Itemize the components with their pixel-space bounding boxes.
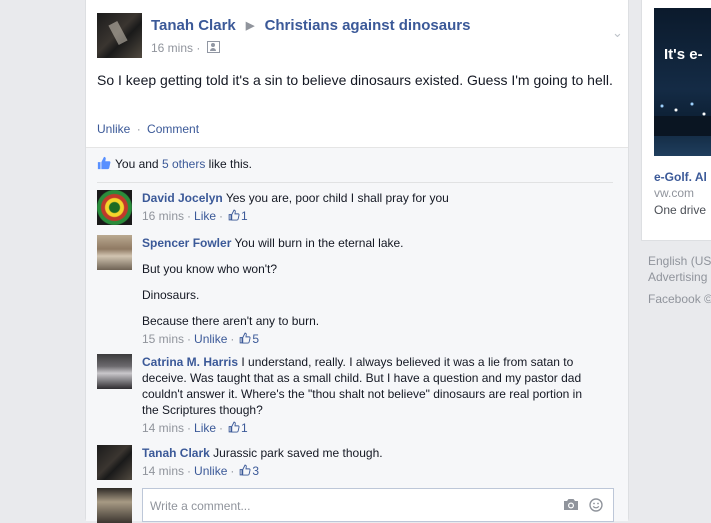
feedback-section: You and 5 others like this. David Jocely… — [86, 147, 628, 523]
likes-others-link[interactable]: 5 others — [162, 157, 205, 171]
ad-image[interactable]: It's e- — [654, 8, 711, 156]
comment-input[interactable]: Write a comment... — [142, 488, 614, 522]
thumbs-up-icon — [97, 156, 111, 170]
post-author-name[interactable]: Tanah Clark — [151, 17, 236, 34]
comment-timestamp[interactable]: 14 mins — [142, 464, 184, 478]
comment-body: Spencer Fowler You will burn in the eter… — [142, 235, 602, 347]
commenter-avatar[interactable] — [97, 190, 132, 225]
commenter-avatar[interactable] — [97, 354, 132, 389]
comment-meta: 14 mins · Unlike · 3 — [142, 464, 260, 478]
post-header-line: Tanah Clark ▶ Christians against dinosau… — [151, 17, 470, 34]
comment-body: David Jocelyn Yes you are, poor child I … — [142, 190, 602, 224]
comment-meta: 15 mins · Unlike · 5 — [142, 332, 260, 346]
commenter-name[interactable]: David Jocelyn — [142, 191, 223, 205]
commenter-name[interactable]: Catrina M. Harris — [142, 355, 238, 369]
like-count[interactable]: 1 — [241, 209, 248, 223]
comment-text: Because there aren't any to burn. — [142, 314, 320, 328]
language-link[interactable]: English (US — [648, 253, 711, 269]
comment-meta: 14 mins · Like · 1 — [142, 421, 248, 435]
like-count[interactable]: 5 — [252, 332, 259, 346]
likes-you-and: You and — [115, 157, 162, 171]
arrow-right-icon: ▶ — [245, 20, 255, 32]
comment-timestamp[interactable]: 16 mins — [142, 209, 184, 223]
like-count[interactable]: 1 — [241, 421, 248, 435]
commenter-name[interactable]: Tanah Clark — [142, 446, 210, 460]
comment-meta: 16 mins · Like · 1 — [142, 209, 248, 223]
comment-timestamp[interactable]: 14 mins — [142, 421, 184, 435]
post-actions: Unlike · Comment — [97, 122, 200, 136]
comment-button[interactable]: Comment — [147, 122, 199, 136]
post-header: Tanah Clark ▶ Christians against dinosau… — [97, 13, 623, 59]
post-timestamp[interactable]: 16 mins — [151, 41, 193, 55]
group-name-link[interactable]: Christians against dinosaurs — [265, 17, 471, 34]
unlike-button[interactable]: Unlike — [194, 332, 227, 346]
ad-domain: vw.com — [654, 186, 695, 200]
unlike-button[interactable]: Unlike — [97, 122, 130, 136]
comment-body: Tanah Clark Jurassic park saved me thoug… — [142, 445, 602, 479]
author-avatar[interactable] — [97, 13, 142, 58]
comment-timestamp[interactable]: 15 mins — [142, 332, 184, 346]
thumbs-up-icon — [228, 421, 240, 433]
audience-icon[interactable] — [206, 41, 220, 53]
likes-suffix: like this. — [205, 157, 252, 171]
ad-image-text: It's e- — [664, 46, 703, 63]
comment-input-placeholder: Write a comment... — [150, 499, 251, 513]
post-card: Tanah Clark ▶ Christians against dinosau… — [85, 0, 629, 523]
ad-description: One drive — [654, 203, 707, 217]
current-user-avatar — [97, 488, 132, 523]
comment-text: Dinosaurs. — [142, 288, 200, 302]
likes-summary: You and 5 others like this. — [97, 156, 613, 183]
chevron-down-icon[interactable]: ⌄ — [612, 25, 623, 41]
thumbs-up-icon — [240, 332, 251, 344]
like-count[interactable]: 3 — [252, 464, 259, 478]
sidebar-footer: English (US Advertising Facebook © — [648, 253, 711, 307]
advertising-link[interactable]: Advertising — [648, 269, 711, 285]
facebook-copyright: Facebook © — [648, 292, 711, 306]
post-text: So I keep getting told it's a sin to bel… — [97, 72, 613, 88]
commenter-avatar[interactable] — [97, 445, 132, 480]
thumbs-up-icon — [228, 209, 240, 221]
ad-title[interactable]: e-Golf. Al — [654, 170, 707, 184]
commenter-name[interactable]: Spencer Fowler — [142, 236, 231, 250]
like-button[interactable]: Like — [194, 421, 216, 435]
post-meta: 16 mins · — [151, 40, 220, 55]
sponsored-ad[interactable]: It's e- e-Golf. Al vw.com One drive — [641, 0, 711, 241]
comment-text: But you know who won't? — [142, 262, 278, 276]
comment-text: Jurassic park saved me though. — [213, 446, 383, 460]
camera-icon[interactable] — [563, 498, 579, 511]
comment-text: Yes you are, poor child I shall pray for… — [225, 191, 449, 205]
commenter-avatar[interactable] — [97, 235, 132, 270]
thumbs-up-icon — [240, 464, 251, 476]
ad-city-lights — [654, 96, 711, 136]
like-button[interactable]: Like — [194, 209, 216, 223]
unlike-button[interactable]: Unlike — [194, 464, 227, 478]
comment-body: Catrina M. Harris I understand, really. … — [142, 354, 602, 436]
comment-text: You will burn in the eternal lake. — [234, 236, 404, 250]
